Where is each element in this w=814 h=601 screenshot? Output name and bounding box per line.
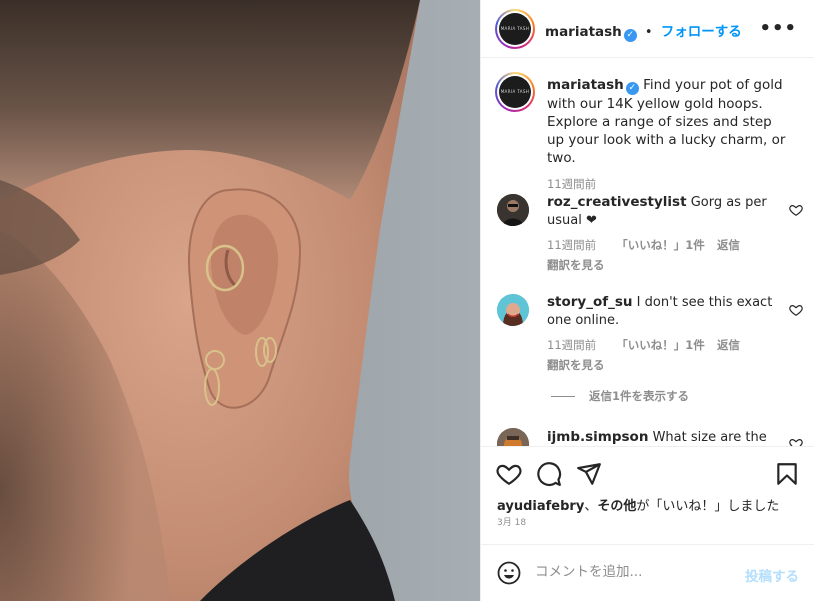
ear-photo-illustration — [0, 0, 480, 601]
translate-button[interactable]: 翻訳を見る — [547, 356, 777, 374]
author-avatar[interactable]: MARIA TASH — [495, 9, 535, 49]
reply-button[interactable]: 返信 — [717, 338, 740, 352]
post-header: MARIA TASH mariatash ✓ • フォローする ••• — [481, 0, 814, 58]
comment-body: ijmb.simpson What size are the — [547, 428, 777, 446]
comment-text: What size are the — [652, 430, 767, 445]
comment-like-heart-icon[interactable] — [789, 203, 803, 217]
save-icon[interactable] — [774, 461, 800, 487]
comment-like-heart-icon[interactable] — [789, 437, 803, 446]
separator-dot: • — [644, 25, 653, 40]
post-caption: mariatash ✓ Find your pot of gold with ou… — [547, 76, 793, 193]
reply-button[interactable]: 返信 — [717, 238, 740, 252]
brand-logo: MARIA TASH — [499, 13, 531, 45]
post-actions: ayudiafebry、その他が「いいね！」しました 3月 18 — [481, 446, 814, 544]
comment-meta: 11週間前 「いいね！」1件 返信 — [547, 236, 777, 255]
comment-timestamp[interactable]: 11週間前 — [547, 338, 596, 352]
follow-button[interactable]: フォローする — [661, 24, 742, 40]
commenter-avatar-image — [497, 294, 529, 326]
post-side-panel: MARIA TASH mariatash ✓ • フォローする ••• MARIA… — [480, 0, 814, 601]
verified-icon: ✓ — [623, 29, 637, 42]
comment-likes[interactable]: 「いいね！」1件 — [616, 338, 705, 352]
comments-area[interactable]: MARIA TASH mariatash ✓ Find your pot of g… — [481, 59, 814, 446]
view-replies-button[interactable]: 返信1件を表示する — [551, 388, 689, 404]
verified-icon: ✓ — [625, 82, 639, 95]
comment-input[interactable] — [535, 564, 725, 580]
caption-timestamp[interactable]: 11週間前 — [547, 175, 793, 193]
post-image[interactable] — [0, 0, 480, 601]
likes-summary: ayudiafebry、その他が「いいね！」しました — [497, 495, 779, 514]
caption-author-avatar[interactable]: MARIA TASH — [495, 72, 535, 112]
instagram-post-modal: MARIA TASH mariatash ✓ • フォローする ••• MARIA… — [0, 0, 814, 601]
author-username[interactable]: mariatash — [545, 24, 622, 40]
emoji-icon[interactable] — [497, 561, 521, 585]
comment-username[interactable]: story_of_su — [547, 294, 633, 310]
share-icon[interactable] — [576, 461, 602, 487]
comment-timestamp[interactable]: 11週間前 — [547, 238, 596, 252]
commenter-avatar-image — [497, 194, 529, 226]
comment-username[interactable]: roz_creativestylist — [547, 194, 687, 210]
more-icon[interactable]: ••• — [759, 18, 797, 39]
brand-logo: MARIA TASH — [499, 76, 531, 108]
commenter-avatar-image — [497, 428, 529, 446]
commenter-avatar[interactable] — [497, 294, 529, 326]
liker-username[interactable]: ayudiafebry — [497, 499, 584, 514]
translate-button[interactable]: 翻訳を見る — [547, 256, 777, 274]
likes-suffix: が「いいね！」しました — [636, 499, 780, 514]
header-author-row: mariatash ✓ • フォローする — [545, 20, 742, 42]
add-comment-bar: 投稿する — [481, 544, 814, 601]
heart-icon[interactable] — [496, 461, 522, 487]
comment-like-heart-icon[interactable] — [789, 303, 803, 317]
likes-separator: 、 — [584, 499, 598, 514]
comment-meta: 11週間前 「いいね！」1件 返信 — [547, 336, 777, 355]
view-replies-label: 返信1件を表示する — [589, 389, 690, 403]
likes-others[interactable]: その他 — [597, 499, 636, 514]
commenter-avatar[interactable] — [497, 428, 529, 446]
comment-body: roz_creativestylist Gorg as per usual ❤ … — [547, 193, 777, 274]
comment-icon[interactable] — [536, 461, 562, 487]
post-comment-button[interactable]: 投稿する — [745, 565, 799, 585]
comment-username[interactable]: ijmb.simpson — [547, 429, 648, 445]
caption-username[interactable]: mariatash — [547, 77, 624, 93]
comment-likes[interactable]: 「いいね！」1件 — [616, 238, 705, 252]
commenter-avatar[interactable] — [497, 194, 529, 226]
replies-divider — [551, 396, 575, 397]
post-date[interactable]: 3月 18 — [497, 515, 526, 528]
comment-body: story_of_su I don't see this exact one o… — [547, 293, 777, 374]
